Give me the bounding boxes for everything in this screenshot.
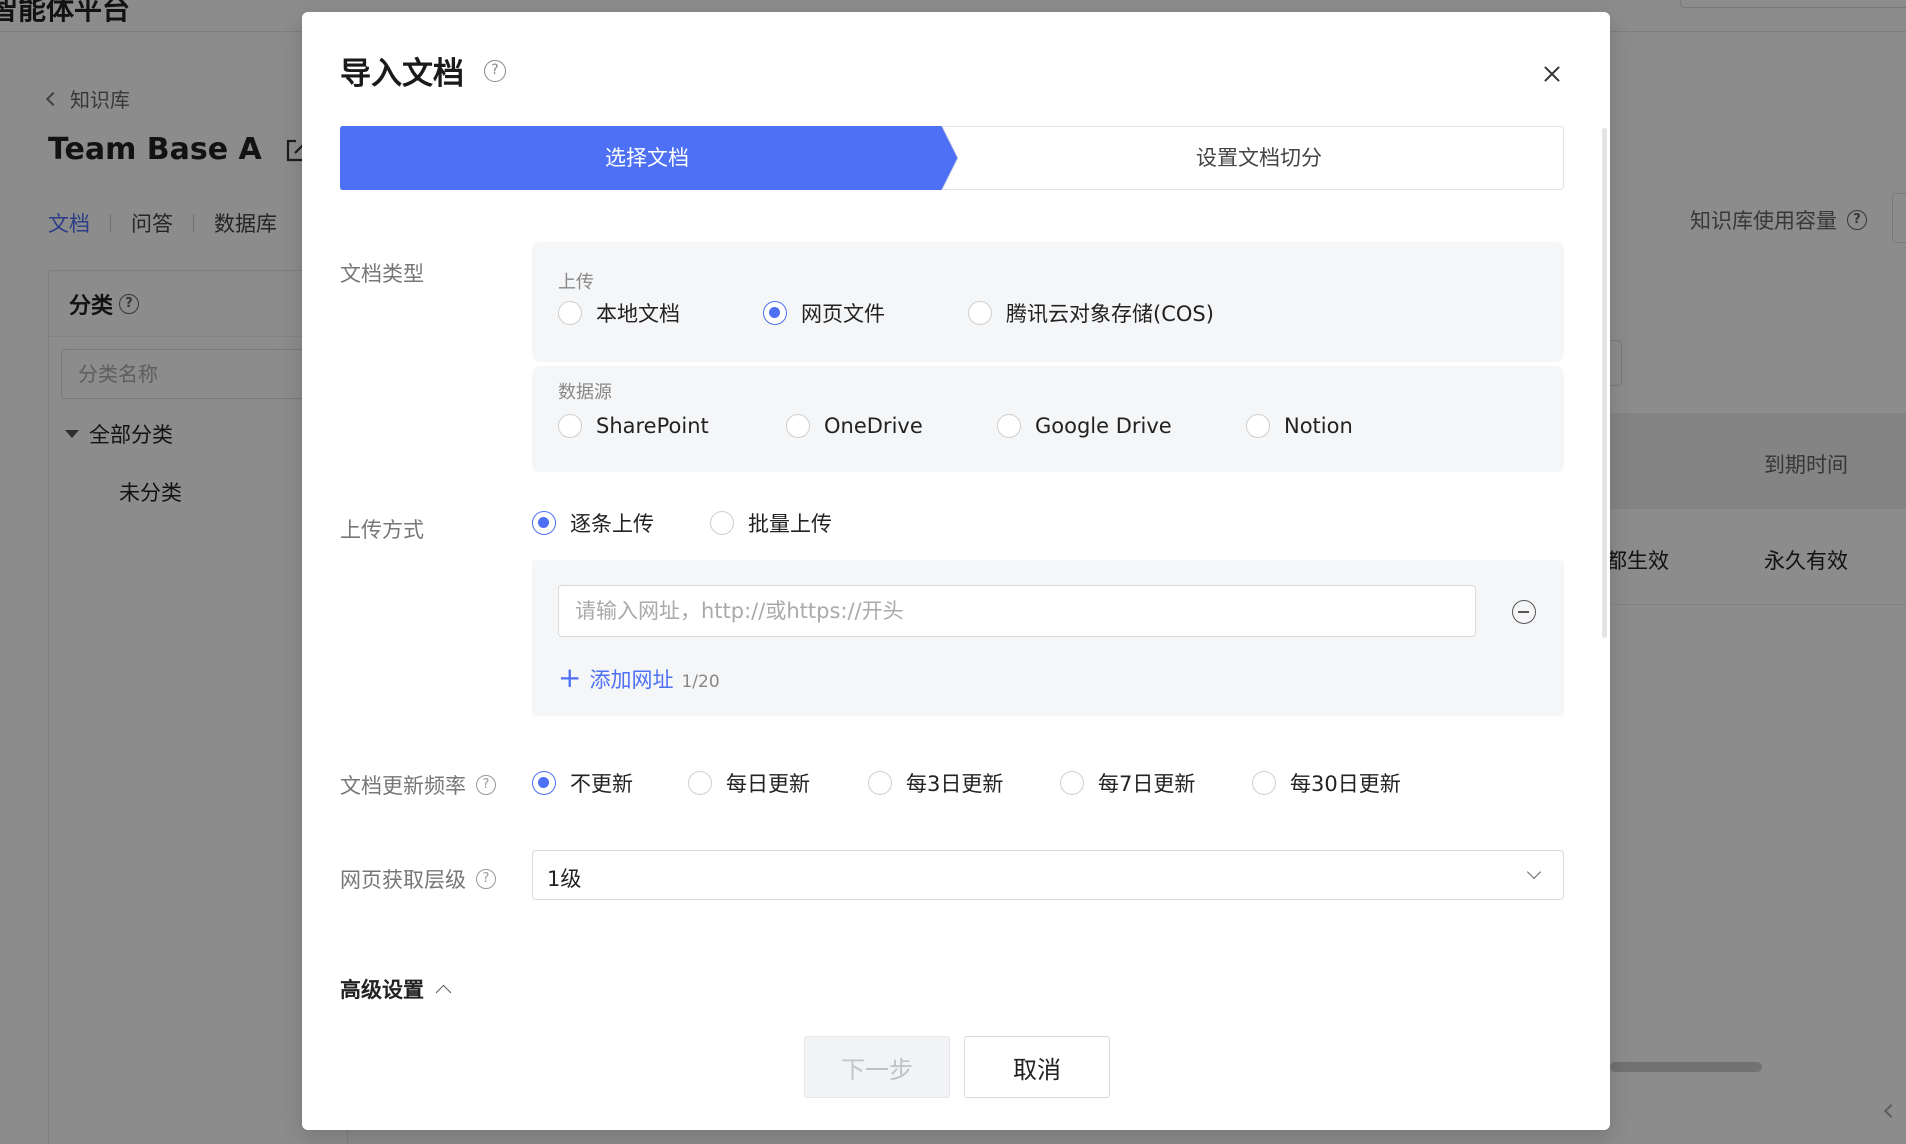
crawl-level-select[interactable]: 1级	[532, 850, 1564, 900]
step-select-docs[interactable]: 选择文档	[340, 126, 954, 190]
cancel-button[interactable]: 取消	[964, 1036, 1110, 1098]
step-indicator: 选择文档 设置文档切分	[340, 126, 1564, 190]
radio-30day-update[interactable]: 每30日更新	[1252, 768, 1401, 798]
upload-group: 上传 本地文档 网页文件 腾讯云对象存储(COS)	[532, 242, 1564, 362]
modal-title: 导入文档 ?	[340, 48, 506, 93]
radio-label: 不更新	[570, 772, 633, 796]
radio-onedrive[interactable]: OneDrive	[786, 414, 923, 438]
radio-7day-update[interactable]: 每7日更新	[1060, 768, 1195, 798]
radio-circle	[1060, 771, 1084, 795]
radio-circle	[1252, 771, 1276, 795]
radio-single-upload[interactable]: 逐条上传	[532, 508, 654, 538]
radio-circle	[786, 414, 810, 438]
radio-label: 每7日更新	[1098, 772, 1196, 796]
crawl-level-value: 1级	[547, 867, 582, 891]
radio-label: Google Drive	[1035, 414, 1172, 438]
radio-google-drive[interactable]: Google Drive	[997, 414, 1172, 438]
radio-circle	[688, 771, 712, 795]
radio-web-file[interactable]: 网页文件	[763, 298, 885, 328]
radio-label: 网页文件	[801, 302, 885, 326]
crawl-level-label: 网页获取层级 ?	[340, 864, 496, 894]
radio-label: 每30日更新	[1290, 772, 1401, 796]
chevron-up-icon	[435, 984, 452, 1000]
upload-group-title: 上传	[558, 272, 594, 293]
radio-circle	[968, 301, 992, 325]
datasource-group-title: 数据源	[558, 382, 612, 403]
radio-circle	[532, 771, 556, 795]
radio-circle	[997, 414, 1021, 438]
doc-type-label: 文档类型	[340, 258, 424, 288]
radio-local-doc[interactable]: 本地文档	[558, 298, 680, 328]
radio-circle	[1246, 414, 1270, 438]
radio-label: 逐条上传	[570, 512, 654, 536]
update-freq-label-text: 文档更新频率	[340, 774, 466, 798]
radio-label: 每3日更新	[906, 772, 1004, 796]
update-freq-label: 文档更新频率 ?	[340, 770, 496, 800]
close-icon[interactable]	[1534, 56, 1570, 92]
doc-type-label-text: 文档类型	[340, 262, 424, 286]
chevron-down-icon	[1526, 864, 1542, 880]
upload-mode-label: 上传方式	[340, 514, 424, 544]
radio-label: Notion	[1284, 414, 1353, 438]
modal-title-text: 导入文档	[340, 56, 464, 92]
radio-circle	[558, 301, 582, 325]
crawl-level-label-text: 网页获取层级	[340, 868, 466, 892]
import-doc-modal: 导入文档 ? 选择文档 设置文档切分 文档类型 上传 本地文档 网页文件 腾讯云…	[302, 12, 1610, 1130]
radio-cos[interactable]: 腾讯云对象存储(COS)	[968, 298, 1214, 328]
url-panel: + 添加网址 1/20	[532, 560, 1564, 716]
add-url-label: 添加网址	[589, 668, 674, 692]
help-icon[interactable]: ?	[484, 59, 506, 82]
help-icon[interactable]: ?	[476, 775, 496, 795]
radio-circle	[868, 771, 892, 795]
radio-circle	[763, 301, 787, 325]
radio-batch-upload[interactable]: 批量上传	[710, 508, 832, 538]
advanced-settings-toggle[interactable]: 高级设置	[340, 974, 452, 1004]
url-input[interactable]	[558, 585, 1476, 637]
radio-circle	[558, 414, 582, 438]
radio-3day-update[interactable]: 每3日更新	[868, 768, 1003, 798]
help-icon[interactable]: ?	[476, 869, 496, 889]
radio-label: 每日更新	[726, 772, 810, 796]
url-count: 1/20	[681, 672, 720, 692]
radio-circle	[710, 511, 734, 535]
radio-label: 本地文档	[596, 302, 680, 326]
radio-notion[interactable]: Notion	[1246, 414, 1353, 438]
plus-icon: +	[558, 661, 582, 694]
radio-sharepoint[interactable]: SharePoint	[558, 414, 709, 438]
modal-scrollbar[interactable]	[1602, 128, 1607, 638]
radio-label: 腾讯云对象存储(COS)	[1006, 302, 1214, 326]
radio-label: 批量上传	[748, 512, 832, 536]
datasource-group: 数据源 SharePoint OneDrive Google Drive Not…	[532, 366, 1564, 472]
step-chunking[interactable]: 设置文档切分	[954, 126, 1564, 190]
upload-mode-label-text: 上传方式	[340, 518, 424, 542]
remove-circle-icon[interactable]	[1512, 600, 1536, 624]
add-url-button[interactable]: + 添加网址 1/20	[558, 664, 720, 694]
radio-label: SharePoint	[596, 414, 709, 438]
radio-circle	[532, 511, 556, 535]
advanced-settings-label: 高级设置	[340, 978, 424, 1002]
radio-no-update[interactable]: 不更新	[532, 768, 633, 798]
radio-daily-update[interactable]: 每日更新	[688, 768, 810, 798]
next-step-button[interactable]: 下一步	[804, 1036, 950, 1098]
radio-label: OneDrive	[824, 414, 923, 438]
